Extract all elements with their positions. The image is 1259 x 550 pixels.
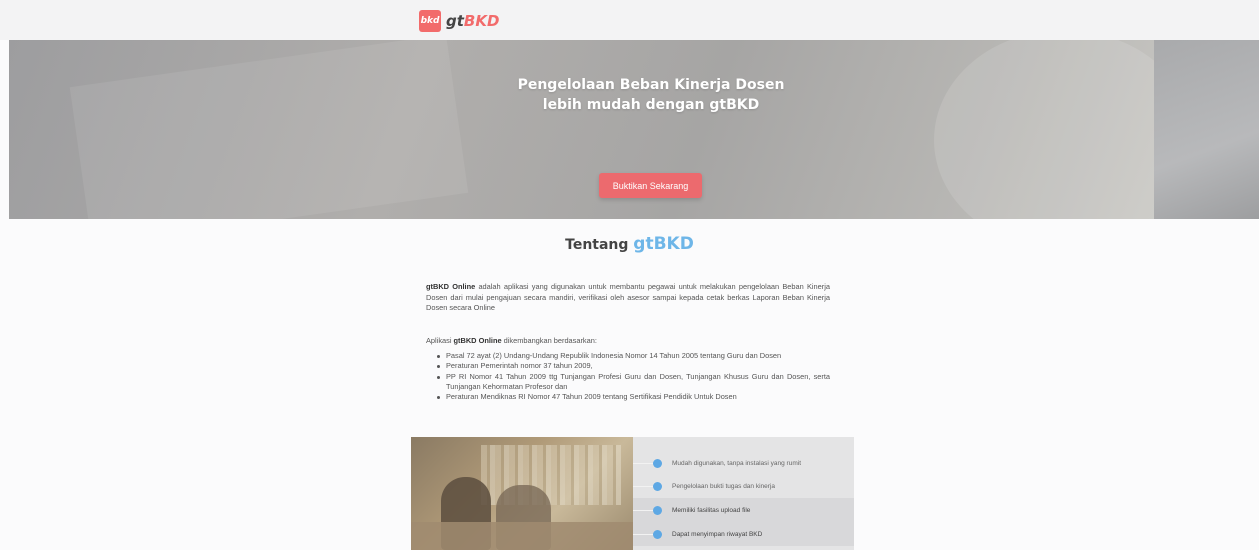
hero-side-image bbox=[1154, 40, 1259, 219]
logo-text[interactable]: gtBKD bbox=[446, 10, 499, 32]
basis-list: Pasal 72 ayat (2) Undang-Undang Republik… bbox=[437, 351, 830, 402]
list-item: Pasal 72 ayat (2) Undang-Undang Republik… bbox=[437, 351, 830, 361]
hero-title-line1: Pengelolaan Beban Kinerja Dosen bbox=[517, 77, 785, 93]
list-item: Peraturan Mendiknas RI Nomor 47 Tahun 20… bbox=[437, 392, 830, 402]
features-list: Mudah digunakan, tanpa instalasi yang ru… bbox=[633, 437, 854, 550]
navbar: bkd gtBKD bbox=[0, 0, 1259, 40]
feature-label: Dapat menyimpan riwayat BKD bbox=[672, 530, 763, 538]
about-intro-text: adalah aplikasi yang digunakan untuk mem… bbox=[426, 282, 830, 312]
feature-label: Mudah digunakan, tanpa instalasi yang ru… bbox=[672, 459, 801, 467]
about-title: Tentang gtBKD bbox=[0, 234, 1259, 254]
feature-label: Pengelolaan bukti tugas dan kinerja bbox=[672, 482, 775, 490]
sofa-image bbox=[411, 522, 633, 550]
feature-connector bbox=[633, 485, 653, 487]
list-item: PP RI Nomor 41 Tahun 2009 ttg Tunjangan … bbox=[437, 371, 830, 391]
feature-connector bbox=[633, 533, 653, 535]
list-item: Peraturan Pemerintah nomor 37 tahun 2009… bbox=[437, 361, 830, 371]
bullet-dot-icon bbox=[653, 458, 662, 468]
feature-connector bbox=[633, 462, 653, 464]
basis-intro: Aplikasi gtBKD Online dikembangkan berda… bbox=[426, 336, 830, 345]
about-description: gtBKD Online adalah aplikasi yang diguna… bbox=[426, 282, 830, 314]
feature-item[interactable]: Mudah digunakan, tanpa instalasi yang ru… bbox=[633, 451, 854, 475]
basis-suffix: dikembangkan berdasarkan: bbox=[501, 336, 597, 345]
logo-badge[interactable]: bkd bbox=[419, 10, 441, 32]
basis-prefix: Aplikasi bbox=[426, 336, 454, 345]
logo-prefix: gt bbox=[446, 12, 464, 30]
bullet-dot-icon bbox=[653, 481, 662, 491]
feature-item[interactable]: Pengelolaan bukti tugas dan kinerja bbox=[633, 474, 854, 498]
cta-button[interactable]: Buktikan Sekarang bbox=[599, 173, 702, 198]
hero-title: Pengelolaan Beban Kinerja Dosen lebih mu… bbox=[9, 75, 1154, 115]
bullet-dot-icon bbox=[653, 529, 662, 539]
about-intro-bold: gtBKD Online bbox=[426, 282, 476, 291]
logo-suffix: BKD bbox=[463, 12, 500, 30]
about-title-brand: gtBKD bbox=[633, 234, 694, 254]
hero-banner: Pengelolaan Beban Kinerja Dosen lebih mu… bbox=[9, 40, 1154, 219]
feature-item[interactable]: Memiliki fasilitas upload file bbox=[633, 498, 854, 522]
feature-label: Memiliki fasilitas upload file bbox=[672, 506, 751, 514]
hero-title-line2: lebih mudah dengan gtBKD bbox=[542, 97, 760, 113]
bullet-dot-icon bbox=[653, 505, 662, 515]
feature-connector bbox=[633, 509, 653, 511]
about-title-prefix: Tentang bbox=[565, 237, 629, 253]
basis-bold: gtBKD Online bbox=[453, 336, 502, 345]
feature-item[interactable]: Dapat menyimpan riwayat BKD bbox=[633, 522, 854, 546]
feature-photo bbox=[411, 437, 633, 550]
